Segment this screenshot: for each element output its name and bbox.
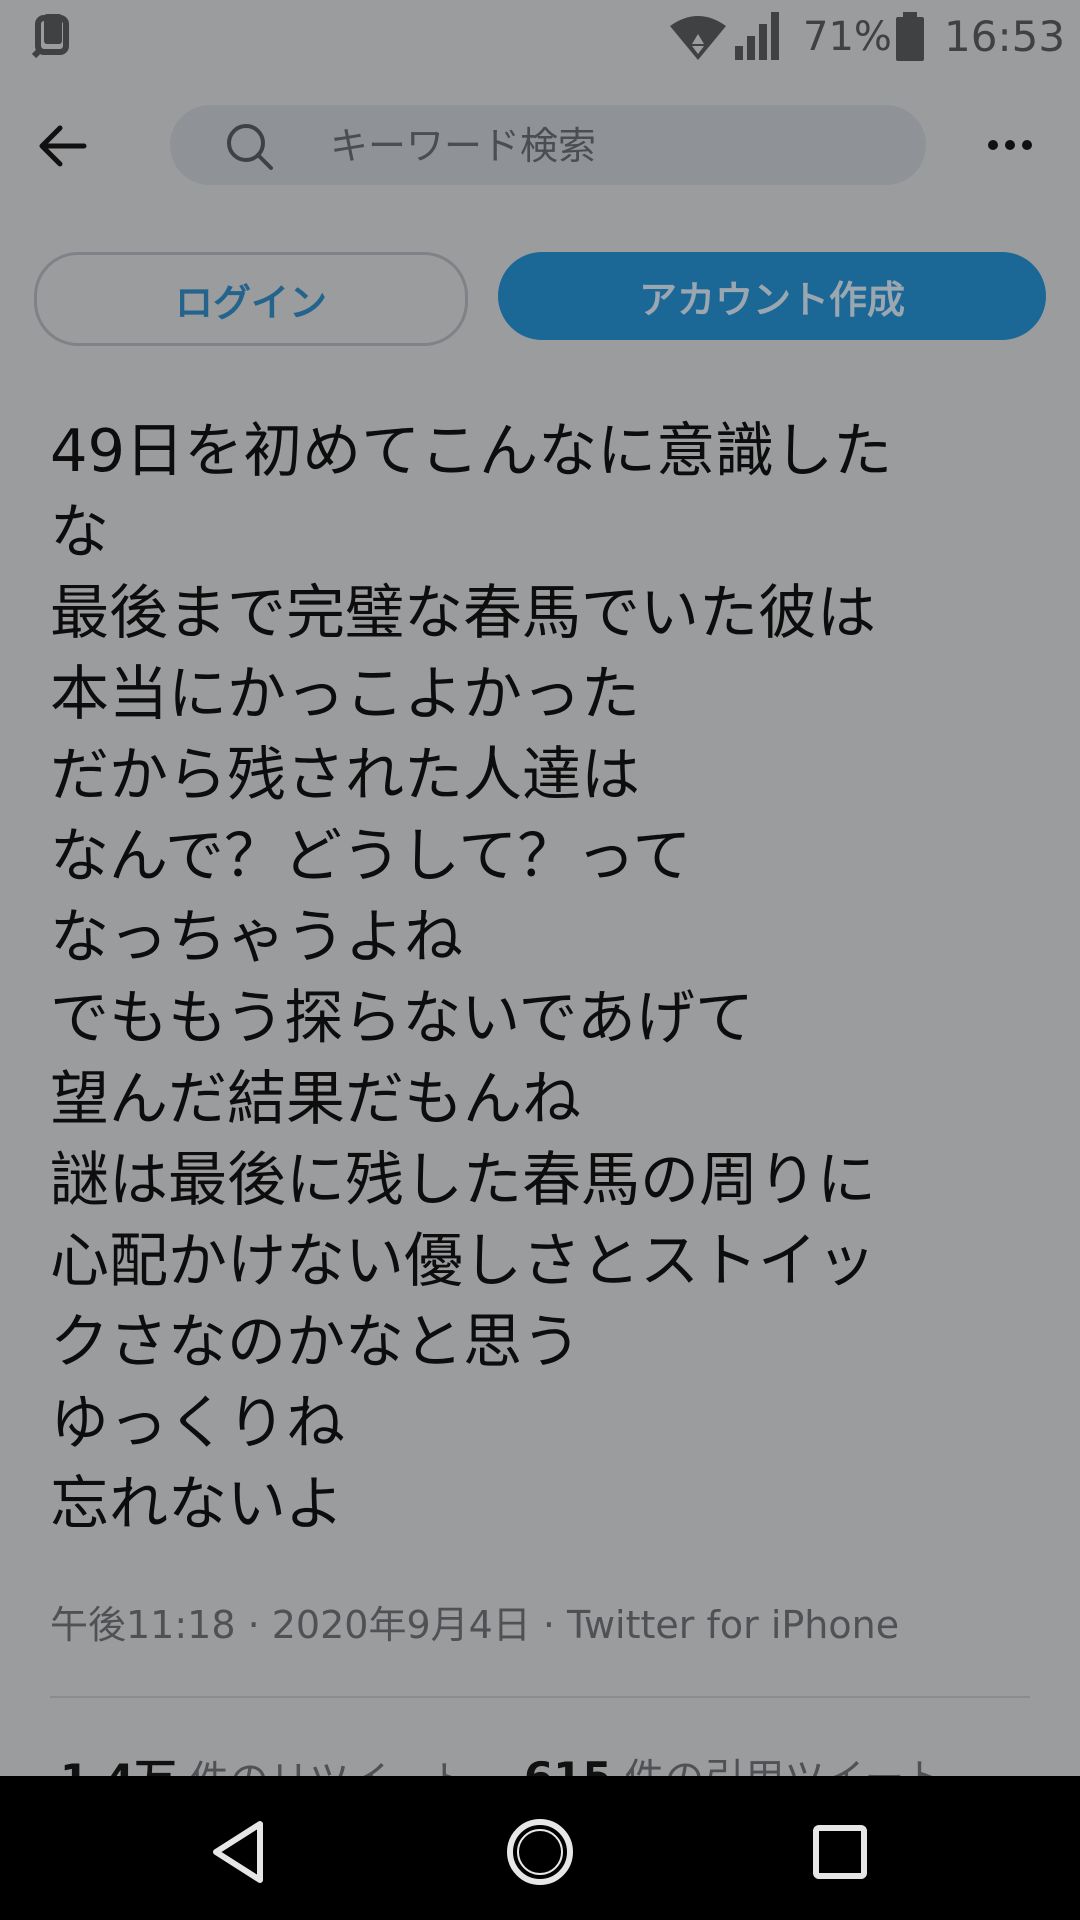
nav-back-icon[interactable]: [200, 1812, 280, 1892]
tweet-line: なっちゃうよね: [50, 902, 464, 971]
create-account-button[interactable]: アカウント作成: [498, 252, 1046, 340]
tweet-line: 忘れないよ: [50, 1469, 344, 1538]
battery-percent: 71%: [803, 14, 892, 60]
search-input[interactable]: [328, 105, 902, 187]
tweet-line: 本当にかっこよかった: [50, 659, 641, 728]
tweet-text: 49日を初めてこんなに意識した な 最後まで完璧な春馬でいた彼は 本当にかっこよ…: [50, 410, 1010, 1544]
signal-icon: [735, 12, 779, 60]
login-label: ログイン: [174, 280, 327, 325]
login-button[interactable]: ログイン: [34, 252, 468, 346]
tweet-timestamp: 午後11:18 · 2020年9月4日 · Twitter for iPhone: [50, 1603, 900, 1647]
tweet-line: なんで？どうして？って: [50, 821, 692, 890]
tweet-line: 謎は最後に残した春馬の周りに: [50, 1145, 877, 1214]
divider: [50, 1696, 1030, 1698]
status-bar: 71% 16:53: [0, 0, 1080, 80]
search-icon: [227, 124, 273, 170]
nav-home-icon[interactable]: [500, 1812, 580, 1892]
system-nav-bar: [0, 1776, 1080, 1920]
clock: 16:53: [944, 12, 1066, 61]
notification-icon: [31, 14, 69, 59]
tweet-line: な: [50, 497, 110, 566]
more-options-icon[interactable]: [985, 130, 1035, 160]
create-account-label: アカウント作成: [638, 277, 905, 322]
nav-recents-icon[interactable]: [800, 1812, 880, 1892]
tweet-line: クさなのかなと思う: [50, 1307, 582, 1376]
tweet-line: ゆっくりね: [50, 1388, 346, 1457]
tweet-line: 最後まで完璧な春馬でいた彼は: [50, 578, 877, 647]
tweet-line: 望んだ結果だもんね: [50, 1064, 582, 1133]
app-screen: 71% 16:53 ログイン アカウント作成 49日を初めてこんなに意識した な…: [0, 0, 1080, 1920]
wifi-icon: [670, 16, 726, 60]
tweet-line: だから残された人達は: [50, 740, 641, 809]
tweet-line: でももう探らないであげて: [50, 983, 754, 1052]
tweet-line: 49日を初めてこんなに意識した: [50, 416, 893, 485]
search-bar[interactable]: [170, 105, 926, 187]
tweet-line: 心配かけない優しさとストイッ: [50, 1226, 877, 1295]
back-arrow-icon[interactable]: [34, 118, 90, 174]
battery-icon: [896, 12, 924, 61]
